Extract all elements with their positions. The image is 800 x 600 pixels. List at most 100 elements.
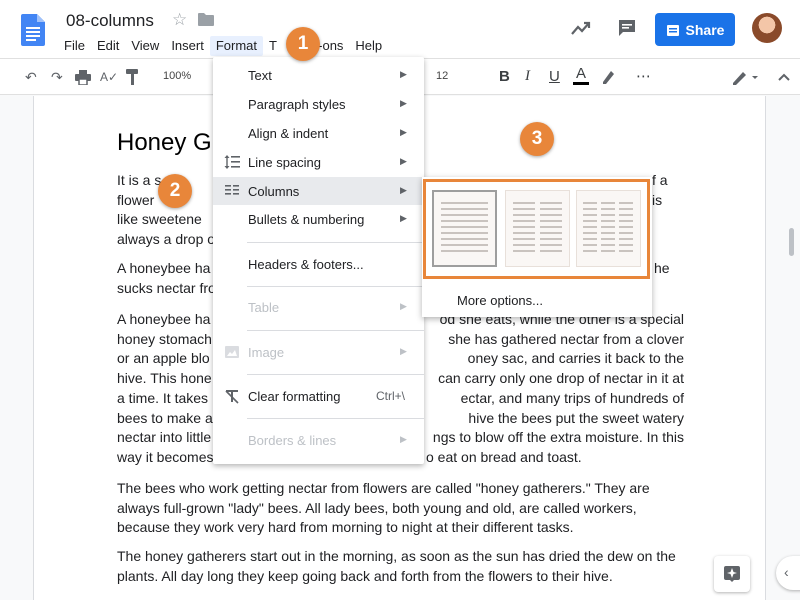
menu-divider bbox=[247, 286, 424, 287]
share-label: Share bbox=[685, 21, 725, 38]
menu-item-bullets-numbering[interactable]: Bullets & numbering ▶ bbox=[213, 205, 424, 233]
star-icon[interactable]: ☆ bbox=[172, 10, 187, 30]
text-line: is bbox=[652, 191, 663, 208]
menu-item-label: Text bbox=[248, 68, 272, 83]
menu-item-label: Headers & footers... bbox=[248, 257, 364, 272]
image-icon bbox=[225, 346, 239, 358]
google-docs-logo-icon[interactable] bbox=[21, 14, 45, 46]
document-heading[interactable]: Honey G bbox=[117, 129, 212, 157]
submenu-arrow-icon: ▶ bbox=[400, 346, 407, 356]
text-line: hive the bees put the sweet watery bbox=[468, 409, 684, 426]
spellcheck-icon[interactable]: A✓ bbox=[100, 70, 118, 84]
callout-3: 3 bbox=[520, 122, 554, 156]
bold-button[interactable]: B bbox=[499, 68, 510, 85]
submenu-arrow-icon: ▶ bbox=[400, 127, 407, 137]
collapse-toolbar-icon[interactable] bbox=[778, 73, 790, 81]
activity-trend-icon[interactable] bbox=[570, 18, 592, 38]
more-options-button[interactable]: ⋯ bbox=[636, 67, 651, 85]
callout-1: 1 bbox=[286, 27, 320, 61]
share-button[interactable]: Share bbox=[655, 13, 735, 46]
editing-mode-pencil-icon[interactable] bbox=[731, 69, 759, 85]
menu-item-headers-footers[interactable]: Headers & footers... bbox=[213, 250, 424, 278]
keyboard-shortcut: Ctrl+\ bbox=[376, 389, 406, 403]
menu-view[interactable]: View bbox=[125, 36, 165, 56]
scrollbar-thumb[interactable] bbox=[789, 228, 794, 256]
menu-item-label: Align & indent bbox=[248, 126, 329, 141]
paragraph-4[interactable]: The bees who work getting nectar from fl… bbox=[117, 479, 680, 538]
menu-item-label: Table bbox=[248, 300, 280, 315]
text-line: she has gathered nectar from a clover bbox=[448, 330, 684, 347]
menu-item-paragraph-styles[interactable]: Paragraph styles ▶ bbox=[213, 90, 424, 118]
paint-format-icon[interactable] bbox=[126, 69, 140, 85]
zoom-select[interactable]: 100% bbox=[163, 70, 191, 82]
menu-item-line-spacing[interactable]: Line spacing ▶ bbox=[213, 148, 424, 176]
undo-icon[interactable]: ↶ bbox=[25, 69, 37, 86]
menu-item-table: Table ▶ bbox=[213, 293, 424, 321]
menu-insert[interactable]: Insert bbox=[165, 36, 210, 56]
text-line: ngs to blow off the extra moisture. In t… bbox=[432, 429, 684, 446]
text-line: ectar, and many trips of hundreds of bbox=[460, 389, 684, 406]
share-lock-icon bbox=[666, 24, 679, 36]
menu-item-columns[interactable]: Columns ▶ bbox=[213, 177, 424, 205]
menu-format[interactable]: Format bbox=[209, 36, 263, 56]
menu-item-align-indent[interactable]: Align & indent ▶ bbox=[213, 119, 424, 147]
callout-2: 2 bbox=[158, 174, 192, 208]
underline-button[interactable]: U bbox=[549, 68, 560, 85]
menu-item-label: Columns bbox=[248, 184, 300, 199]
clear-formatting-icon bbox=[225, 390, 239, 404]
menu-item-clear-formatting[interactable]: Clear formatting Ctrl+\ bbox=[213, 382, 424, 410]
menu-divider bbox=[247, 374, 424, 375]
menu-item-label: Clear formatting bbox=[248, 389, 341, 404]
paragraph-5[interactable]: The honey gatherers start out in the mor… bbox=[117, 547, 680, 586]
submenu-arrow-icon: ▶ bbox=[400, 185, 407, 195]
font-size-input[interactable]: 12 bbox=[436, 70, 448, 82]
explore-button[interactable] bbox=[714, 556, 750, 592]
menu-item-label: Image bbox=[248, 345, 285, 360]
columns-icon bbox=[225, 185, 239, 195]
menu-divider bbox=[247, 330, 424, 331]
format-menu: Text ▶ Paragraph styles ▶ Align & indent… bbox=[213, 57, 424, 464]
more-options-link[interactable]: More options... bbox=[457, 293, 543, 308]
menu-tools[interactable]: T bbox=[263, 36, 283, 56]
paragraph-3-right-fragment: od she eats, while the other is a specia… bbox=[424, 310, 684, 468]
submenu-arrow-icon: ▶ bbox=[400, 434, 407, 444]
columns-highlight-frame bbox=[423, 179, 650, 279]
menu-item-label: Bullets & numbering bbox=[248, 212, 365, 227]
user-avatar[interactable] bbox=[752, 13, 782, 43]
paragraph-1-right-fragment: f a is bbox=[652, 171, 692, 210]
italic-button[interactable]: I bbox=[525, 68, 530, 85]
menu-item-borders-lines: Borders & lines ▶ bbox=[213, 426, 424, 454]
document-title[interactable]: 08-columns bbox=[66, 11, 154, 31]
title-bar: 08-columns ☆ File Edit View Insert Forma… bbox=[0, 0, 800, 58]
paragraph-2-right-fragment: he bbox=[654, 259, 684, 279]
comment-history-icon[interactable] bbox=[617, 18, 637, 38]
submenu-arrow-icon: ▶ bbox=[400, 98, 407, 108]
submenu-arrow-icon: ▶ bbox=[400, 213, 407, 223]
folder-icon[interactable] bbox=[198, 13, 214, 26]
text-line: can carry only one drop of nectar in it … bbox=[438, 370, 684, 387]
menu-file[interactable]: File bbox=[58, 36, 91, 56]
menu-bar: File Edit View Insert Format T Add-ons H… bbox=[58, 36, 388, 56]
text-line: oney sac, and carries it back to the bbox=[467, 350, 684, 367]
menu-help[interactable]: Help bbox=[349, 36, 388, 56]
text-color-button[interactable]: A bbox=[573, 65, 589, 85]
menu-item-label: Paragraph styles bbox=[248, 97, 346, 112]
menu-item-text[interactable]: Text ▶ bbox=[213, 61, 424, 89]
text-line: he bbox=[654, 260, 670, 276]
text-line: f a bbox=[652, 172, 668, 188]
submenu-arrow-icon: ▶ bbox=[400, 301, 407, 311]
menu-edit[interactable]: Edit bbox=[91, 36, 125, 56]
submenu-arrow-icon: ▶ bbox=[400, 156, 407, 166]
side-panel-toggle[interactable]: ‹ bbox=[776, 556, 800, 590]
explore-sparkle-icon bbox=[724, 566, 740, 582]
redo-icon[interactable]: ↷ bbox=[51, 69, 63, 86]
menu-item-label: Borders & lines bbox=[248, 433, 337, 448]
highlight-pen-icon[interactable] bbox=[600, 69, 616, 85]
print-icon[interactable] bbox=[75, 70, 91, 85]
submenu-arrow-icon: ▶ bbox=[400, 69, 407, 79]
line-spacing-icon bbox=[224, 155, 240, 169]
menu-item-image: Image ▶ bbox=[213, 338, 424, 366]
menu-divider bbox=[247, 242, 424, 243]
menu-divider bbox=[247, 418, 424, 419]
text-line: o eat on bread and toast. bbox=[426, 448, 582, 465]
